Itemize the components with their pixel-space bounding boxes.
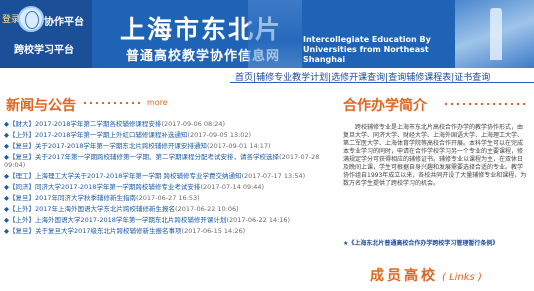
news-list: ◆【财大】2017-2018学年第二学期各校辅修课程安排(2017-09-06 … [4,120,326,238]
news-more-link[interactable]: more [147,98,168,107]
platform-label: 协作平台 [44,17,84,28]
news-item[interactable]: ◆【上外】2017年上海外国语大学东北片跨校辅修新生报名(2017-06-22 … [4,205,326,213]
globe-logo-icon [18,6,44,32]
news-item[interactable]: ◆【复旦】关于2017-2018学年第一学期东北片跨校辅修开课安排通知(2017… [4,142,326,150]
news-divider [84,102,144,104]
members-heading: 成员高校 ( Links ) [370,265,482,285]
coop-divider [445,103,525,105]
members-title: 成员高校 [370,268,438,284]
news-item[interactable]: ◆【财大】2017-2018学年第二学期各校辅修课程安排(2017-09-06 … [4,120,326,128]
news-item[interactable]: ◆【复旦】关于2017年第一学期跨校辅修第一学期、第二学期课程分配考试安排，请各… [4,153,326,169]
news-item[interactable]: ◆【理工】上海理工大学关于2017-2018学年第一学期 跨校辅修专业学费交纳通… [4,172,326,180]
news-item[interactable]: ◆【复旦】关于复旦大学2017级东北片跨校辅修新生报名事项(2017-06-15… [4,227,326,235]
coop-body-text: 跨校辅修专业是上海市东北片高校合作办学的教学协作形式，由复旦大学、同济大学、财经… [343,124,527,187]
header-left-panel: 登录 协作平台 跨校学习平台 [0,0,92,68]
news-item[interactable]: ◆【复旦】2017年同济大学秋季辅修新生指南(2017-06-27 16:53) [4,194,326,202]
regulation-link[interactable]: ★《上海东北片普通高校合作办学跨校学习管理暂行条例》 [343,238,533,247]
header-banner: 登录 协作平台 跨校学习平台 上海市东北片 普通高校教学协作信息网 Interc… [0,0,534,68]
news-item[interactable]: ◆【上外】上海外国语大学2017-2018学年第一学期东北片跨校辅修开课计划(2… [4,216,326,224]
news-heading: 新闻与公告 [6,98,76,114]
coop-heading: 合作办学简介 [343,98,427,114]
members-links-link[interactable]: ( Links ) [442,272,482,283]
campus-photo-image [248,0,302,68]
nav-divider [230,82,534,83]
english-title: Intercollegiate Education By Universitie… [303,35,431,64]
news-item[interactable]: ◆【上外】2017-2018学年第一学期上外虹口辅修课程补选通知(2017-09… [4,131,326,139]
portal-link[interactable]: 跨校学习平台 [14,41,74,56]
tower-image [490,8,502,60]
news-item[interactable]: ◆【同济】同济大学2017-2018学年第一学期跨校辅修专业考试安排(2017-… [4,183,326,191]
